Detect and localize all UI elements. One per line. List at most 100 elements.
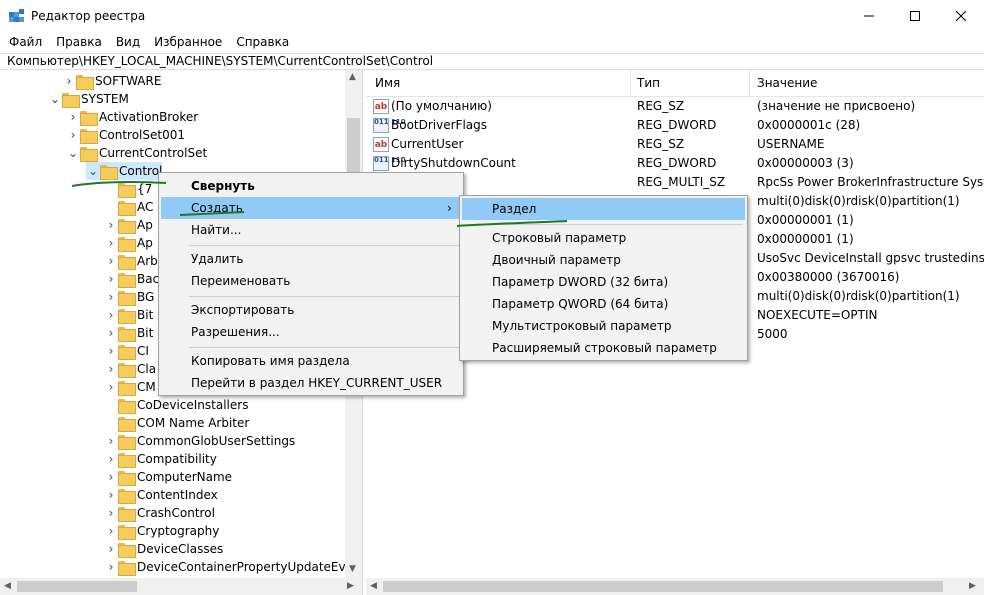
tree-item[interactable]: › ComputerName (104, 468, 232, 486)
tree-item-label: DeviceClasses (137, 542, 224, 556)
tree-item[interactable]: › Bit (104, 324, 153, 342)
scroll-left-icon[interactable]: ◀ (4, 581, 11, 591)
address-bar[interactable]: Компьютер\HKEY_LOCAL_MACHINE\SYSTEM\Curr… (0, 53, 984, 70)
chevron-right-icon[interactable]: › (104, 234, 118, 252)
tree-item[interactable]: CoDeviceInstallers (104, 396, 248, 414)
menu-file[interactable]: Файл (2, 32, 49, 52)
chevron-right-icon[interactable]: › (104, 468, 118, 486)
chevron-right-icon[interactable]: › (104, 270, 118, 288)
tree-hscroll-thumb[interactable] (17, 581, 137, 592)
scroll-up-icon[interactable]: ▲ (349, 72, 356, 82)
tree-item[interactable]: › Bac (104, 270, 159, 288)
menu-help[interactable]: Справка (229, 32, 296, 52)
menu-delete[interactable]: Удалить (161, 248, 461, 270)
tree-item[interactable]: › CrashControl (104, 504, 215, 522)
tree-item[interactable]: › DeviceClasses (104, 540, 223, 558)
tree-item[interactable]: {7 (104, 180, 152, 198)
tree-item[interactable]: › Ap (104, 234, 153, 252)
close-button[interactable] (938, 0, 984, 32)
column-separator[interactable] (749, 70, 750, 97)
chevron-right-icon[interactable]: › (104, 360, 118, 378)
chevron-right-icon[interactable]: › (104, 450, 118, 468)
tree-item[interactable]: › ActivationBroker (66, 108, 198, 126)
chevron-right-icon[interactable]: › (62, 72, 76, 90)
tree-item[interactable]: › Arb (104, 252, 158, 270)
column-separator[interactable] (630, 70, 631, 97)
scroll-right-icon[interactable]: ▶ (969, 581, 976, 591)
column-name-header[interactable]: Имя (375, 76, 400, 90)
menu-favorites[interactable]: Избранное (147, 32, 229, 52)
menu-edit[interactable]: Правка (49, 32, 109, 52)
chevron-right-icon[interactable]: › (66, 108, 80, 126)
tree-item[interactable]: › DeviceContainerPropertyUpdateEvents (104, 558, 362, 576)
tree-item[interactable]: › CI (104, 342, 149, 360)
chevron-down-icon[interactable]: ⌄ (48, 90, 62, 108)
column-value-header[interactable]: Значение (757, 76, 817, 90)
menu-permissions[interactable]: Разрешения... (161, 321, 461, 343)
chevron-right-icon[interactable]: › (104, 522, 118, 540)
chevron-down-icon[interactable]: ⌄ (66, 144, 80, 162)
value-row[interactable]: 011 110 DirtyShutdownCount REG_DWORD 0x0000… (366, 154, 984, 173)
tree-item[interactable]: ⌄ Control (86, 162, 163, 180)
chevron-right-icon[interactable]: › (104, 252, 118, 270)
chevron-right-icon[interactable]: › (104, 288, 118, 306)
submenu-string-value[interactable]: Строковый параметр (462, 227, 745, 249)
chevron-right-icon[interactable]: › (104, 378, 118, 396)
scroll-left-icon[interactable]: ◀ (370, 581, 377, 591)
tree-item[interactable]: › SOFTWARE (62, 72, 161, 90)
tree-item[interactable]: ⌄ SYSTEM (48, 90, 129, 108)
menu-export[interactable]: Экспортировать (161, 299, 461, 321)
menu-collapse[interactable]: Свернуть (161, 175, 461, 197)
submenu-multistring-value[interactable]: Мультистроковый параметр (462, 315, 745, 337)
tree-item[interactable]: › ControlSet001 (66, 126, 185, 144)
maximize-button[interactable] (892, 0, 938, 32)
submenu-qword-value[interactable]: Параметр QWORD (64 бита) (462, 293, 745, 315)
list-horizontal-scrollbar[interactable]: ◀ ▶ (366, 578, 984, 595)
menu-copy-key-name[interactable]: Копировать имя раздела (161, 350, 461, 372)
submenu-new-key[interactable]: Раздел (462, 198, 745, 220)
menu-goto-hkcu[interactable]: Перейти в раздел HKEY_CURRENT_USER (161, 372, 461, 394)
menu-create[interactable]: Создать › (161, 197, 461, 219)
chevron-right-icon[interactable]: › (104, 558, 118, 576)
chevron-right-icon[interactable]: › (104, 342, 118, 360)
chevron-right-icon[interactable]: › (104, 216, 118, 234)
tree-item[interactable]: › BG (104, 288, 154, 306)
menu-rename[interactable]: Переименовать (161, 270, 461, 292)
chevron-right-icon[interactable]: › (104, 432, 118, 450)
chevron-right-icon[interactable]: › (104, 540, 118, 558)
tree-item[interactable]: › Cryptography (104, 522, 219, 540)
menu-view[interactable]: Вид (109, 32, 147, 52)
tree-item[interactable]: › Bit (104, 306, 153, 324)
submenu-binary-value[interactable]: Двоичный параметр (462, 249, 745, 271)
chevron-right-icon[interactable]: › (104, 504, 118, 522)
value-row[interactable]: ab (По умолчанию) REG_SZ (значение не присв… (366, 97, 984, 116)
chevron-right-icon[interactable]: › (66, 126, 80, 144)
tree-item[interactable]: › CM (104, 378, 156, 396)
value-row[interactable]: 011 110 BootDriverFlags REG_DWORD 0x0000001… (366, 116, 984, 135)
tree-item[interactable]: › Compatibility (104, 450, 217, 468)
folder-icon (118, 236, 136, 252)
chevron-down-icon[interactable]: ⌄ (86, 162, 100, 180)
minimize-button[interactable] (846, 0, 892, 32)
folder-icon (118, 290, 136, 306)
tree-item[interactable]: › CommonGlobUserSettings (104, 432, 295, 450)
scroll-right-icon[interactable]: ▶ (347, 581, 354, 591)
submenu-dword-value[interactable]: Параметр DWORD (32 бита) (462, 271, 745, 293)
submenu-expandable-string-value[interactable]: Расширяемый строковый параметр (462, 337, 745, 359)
chevron-right-icon[interactable]: › (104, 324, 118, 342)
tree-item[interactable]: ⌄ CurrentControlSet (66, 144, 207, 162)
list-hscroll-thumb[interactable] (383, 581, 943, 592)
tree-item[interactable]: › Ap (104, 216, 153, 234)
tree-item[interactable]: AC (104, 198, 153, 216)
tree-item[interactable]: COM Name Arbiter (104, 414, 249, 432)
menu-find[interactable]: Найти... (161, 219, 461, 241)
value-row[interactable]: ab CurrentUser REG_SZ USERNAME (366, 135, 984, 154)
tree-item[interactable]: › ContentIndex (104, 486, 218, 504)
tree-horizontal-scrollbar[interactable]: ◀ ▶ (0, 578, 362, 595)
tree-item[interactable]: › Cla (104, 360, 156, 378)
menu-bar: Файл Правка Вид Избранное Справка (0, 32, 984, 52)
column-type-header[interactable]: Тип (637, 76, 660, 90)
chevron-right-icon[interactable]: › (104, 306, 118, 324)
scroll-down-icon[interactable]: ▼ (349, 564, 356, 574)
chevron-right-icon[interactable]: › (104, 486, 118, 504)
